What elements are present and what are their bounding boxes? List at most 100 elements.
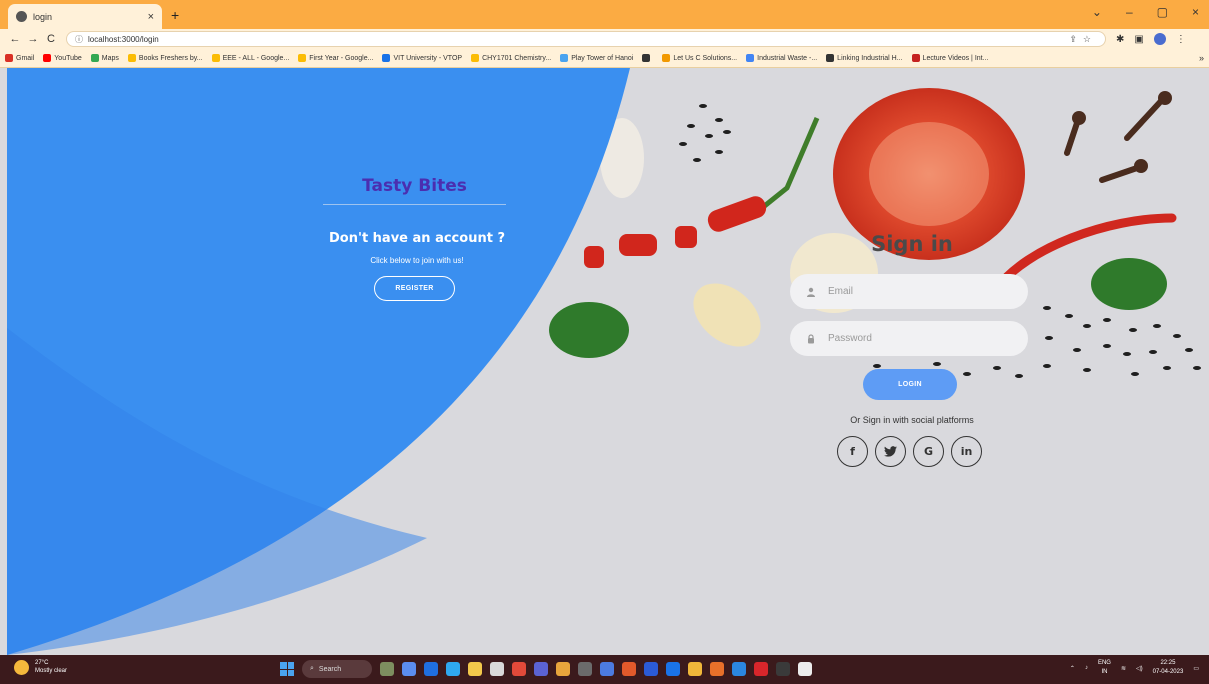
twitter-bird-icon	[884, 446, 897, 457]
microphone-icon[interactable]: ♪	[1085, 665, 1088, 671]
language-indicator[interactable]: ENG IN	[1098, 659, 1111, 677]
volume-icon[interactable]: ◁)	[1136, 665, 1143, 672]
folder-icon[interactable]	[468, 662, 482, 676]
login-button[interactable]: LOGIN	[863, 369, 957, 400]
email-input[interactable]	[828, 286, 1008, 297]
bookmark-item[interactable]: EEE - ALL - Google...	[211, 54, 289, 62]
social-signin-text: Or Sign in with social platforms	[850, 415, 974, 425]
address-bar[interactable]: ⓘ localhost:3000/login ⇪☆	[66, 31, 1106, 47]
widgets-app-icon[interactable]	[380, 662, 394, 676]
password-field[interactable]	[790, 321, 1028, 356]
bookmark-favicon-icon	[662, 54, 671, 62]
bookmark-label: Industrial Waste -...	[757, 54, 818, 62]
minimize-icon[interactable]: –	[1126, 5, 1133, 19]
clock-date: 07-04-2023	[1152, 669, 1184, 675]
email-field[interactable]	[790, 274, 1028, 309]
google-icon[interactable]: G	[913, 436, 944, 467]
menu-icon[interactable]: ⋮	[1176, 34, 1186, 45]
weather-moon-icon	[14, 659, 29, 675]
bookmark-label: Linking Industrial H...	[837, 54, 903, 62]
weather-temp: 27°C	[35, 660, 49, 666]
forward-icon[interactable]: →	[24, 33, 42, 45]
bookmark-favicon-icon	[382, 54, 391, 62]
app-icon[interactable]	[622, 662, 636, 676]
app-icon[interactable]	[666, 662, 680, 676]
file-explorer-icon[interactable]	[402, 662, 416, 676]
taskbar-search[interactable]: ⌕ Search	[302, 660, 372, 678]
password-input[interactable]	[828, 333, 1008, 344]
bookmarks-more-icon[interactable]: »	[1199, 53, 1204, 63]
chevron-up-icon[interactable]: ⌃	[1070, 665, 1075, 672]
social-icons: f G in	[837, 436, 982, 467]
bookmark-favicon-icon	[560, 54, 569, 62]
maximize-icon[interactable]: ▢	[1157, 5, 1168, 19]
bookmark-favicon-icon	[5, 54, 13, 62]
twitter-icon[interactable]	[875, 436, 906, 467]
browser-toolbar: ← → C ⓘ localhost:3000/login ⇪☆ ✱ ▣ ⋮	[0, 29, 1209, 49]
lang-top: ENG	[1097, 660, 1111, 666]
tab-search-icon[interactable]: ⌄	[1092, 5, 1102, 19]
lock-icon	[808, 333, 814, 343]
bookmark-label: VIT University - VTOP	[393, 54, 463, 62]
bookmark-favicon-icon	[642, 54, 651, 62]
edge-icon[interactable]	[424, 662, 438, 676]
bookmark-star-icon[interactable]: ⇪☆	[1069, 34, 1097, 45]
app-icon[interactable]	[556, 662, 570, 676]
windows-start-icon[interactable]	[280, 662, 294, 676]
reload-icon[interactable]: C	[42, 33, 60, 45]
bookmark-item[interactable]: Play Tower of Hanoi	[560, 54, 633, 62]
clock[interactable]: 22:25 07-04-2023	[1153, 659, 1184, 677]
bookmark-favicon-icon	[127, 54, 136, 62]
extensions-icon[interactable]: ✱	[1116, 34, 1124, 45]
bookmark-item[interactable]: First Year - Google...	[298, 54, 373, 62]
app-icon[interactable]	[512, 662, 526, 676]
url-text: localhost:3000/login	[88, 34, 159, 44]
notification-icon[interactable]: ▭	[1193, 665, 1199, 672]
profile-avatar[interactable]	[1153, 33, 1166, 45]
bookmark-item[interactable]: Gmail	[5, 54, 34, 62]
bookmark-item[interactable]: Maps	[90, 54, 119, 62]
bookmark-item[interactable]: Books Freshers by...	[127, 54, 203, 62]
bookmark-favicon-icon	[471, 54, 480, 62]
register-button[interactable]: REGISTER	[374, 276, 455, 301]
firefox-icon[interactable]	[710, 662, 724, 676]
tab-close-icon[interactable]: ×	[148, 11, 154, 23]
app-icon[interactable]	[578, 662, 592, 676]
vscode-icon[interactable]	[732, 662, 746, 676]
browser-tab[interactable]: login ×	[8, 4, 162, 29]
taskbar-search-label: Search	[318, 665, 342, 673]
close-window-icon[interactable]: ×	[1192, 5, 1199, 19]
bookmark-item[interactable]	[642, 54, 653, 62]
app-icon[interactable]	[798, 662, 812, 676]
weather-widget[interactable]: 27°C Mostly clear	[14, 659, 67, 675]
acrobat-icon[interactable]	[754, 662, 768, 676]
window-controls: ⌄ – ▢ ×	[1092, 5, 1199, 19]
terminal-icon[interactable]	[776, 662, 790, 676]
site-info-icon[interactable]: ⓘ	[75, 34, 83, 45]
chrome-app-icon[interactable]	[446, 662, 460, 676]
side-panel-icon[interactable]: ▣	[1134, 34, 1143, 45]
new-tab-icon[interactable]: +	[171, 7, 179, 23]
linkedin-icon[interactable]: in	[951, 436, 982, 467]
app-icon[interactable]	[600, 662, 614, 676]
app-icon[interactable]	[644, 662, 658, 676]
bookmark-item[interactable]: Linking Industrial H...	[826, 54, 903, 62]
facebook-icon[interactable]: f	[837, 436, 868, 467]
system-tray: ⌃ ♪ ENG IN ≋ ◁) 22:25 07-04-2023 ▭	[1070, 659, 1199, 677]
bookmark-item[interactable]: Let Us C Solutions...	[662, 54, 737, 62]
login-page: Tasty Bites Don't have an account ? Clic…	[7, 68, 1209, 655]
wifi-icon[interactable]: ≋	[1121, 665, 1126, 672]
weather-desc: Mostly clear	[35, 668, 68, 674]
store-icon[interactable]	[490, 662, 504, 676]
food-background	[7, 68, 1201, 655]
bookmark-item[interactable]: Lecture Videos | Int...	[911, 54, 989, 62]
bookmark-item[interactable]: Industrial Waste -...	[746, 54, 817, 62]
teams-icon[interactable]	[534, 662, 548, 676]
bookmark-favicon-icon	[211, 54, 220, 62]
bookmark-item[interactable]: VIT University - VTOP	[382, 54, 462, 62]
chrome-icon[interactable]	[688, 662, 702, 676]
bookmark-item[interactable]: CHY1701 Chemistry...	[471, 54, 551, 62]
bookmark-item[interactable]: YouTube	[43, 54, 82, 62]
back-icon[interactable]: ←	[6, 33, 24, 45]
bookmark-label: Lecture Videos | Int...	[922, 54, 989, 62]
